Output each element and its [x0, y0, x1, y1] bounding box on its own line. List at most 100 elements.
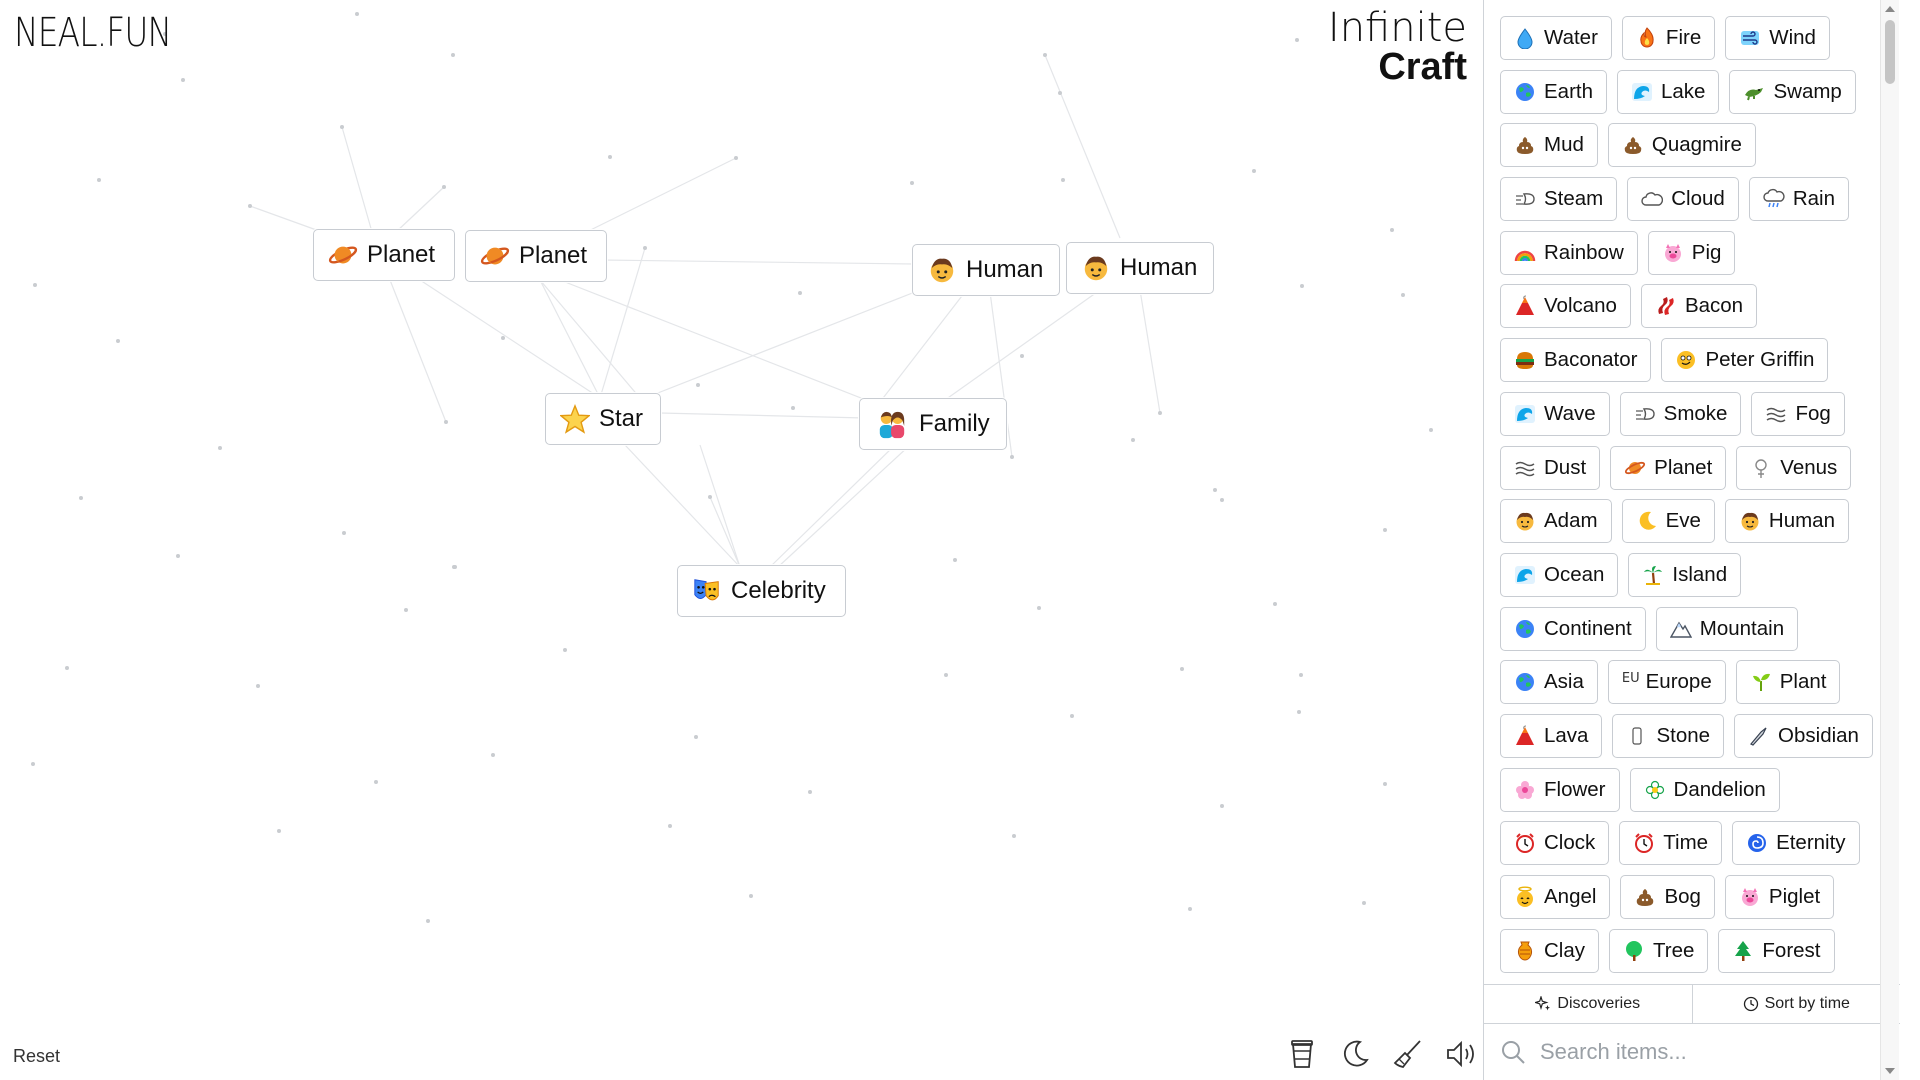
sidebar-item-steam[interactable]: Steam — [1500, 177, 1618, 222]
scroll-up-arrow[interactable] — [1885, 6, 1895, 12]
sidebar-item-clock[interactable]: Clock — [1500, 821, 1610, 866]
broom-icon[interactable] — [1390, 1036, 1426, 1072]
sidebar-item-human[interactable]: Human — [1724, 499, 1849, 544]
node-label: Human — [966, 256, 1044, 283]
sidebar-item-label: Fire — [1665, 26, 1702, 49]
sidebar-item-pig[interactable]: Pig — [1647, 230, 1736, 275]
sidebar-item-stone[interactable]: Stone — [1612, 713, 1725, 758]
items-row: Asia EU Europe Plant — [1500, 660, 1900, 705]
moon-icon[interactable] — [1337, 1036, 1373, 1072]
rain-cloud-icon — [1763, 188, 1785, 208]
sidebar-item-volcano[interactable]: Volcano — [1500, 284, 1631, 329]
sidebar-item-label: Quagmire — [1651, 133, 1742, 157]
sidebar-item-lava[interactable]: Lava — [1500, 713, 1603, 758]
sidebar-item-label: Europe — [1645, 670, 1712, 694]
sidebar-item-fire[interactable]: Fire — [1621, 16, 1716, 60]
coffee-cup-icon[interactable] — [1284, 1036, 1320, 1072]
sidebar-item-label: Smoke — [1663, 401, 1728, 425]
discoveries-tab[interactable]: Discoveries — [1484, 985, 1692, 1023]
speaker-icon[interactable] — [1443, 1036, 1479, 1072]
sidebar-item-peter-griffin[interactable]: Peter Griffin — [1661, 338, 1829, 383]
sidebar-item-continent[interactable]: Continent — [1500, 606, 1646, 651]
sidebar-item-wind[interactable]: Wind — [1725, 16, 1830, 60]
sidebar-item-wave[interactable]: Wave — [1500, 391, 1610, 436]
node-label: Celebrity — [731, 577, 826, 604]
sidebar-item-plant[interactable]: Plant — [1735, 660, 1841, 705]
human-icon — [1084, 256, 1108, 281]
sidebar-item-eternity[interactable]: Eternity — [1732, 821, 1860, 866]
seedling-icon — [1752, 674, 1770, 692]
sidebar-item-water[interactable]: Water — [1500, 16, 1612, 60]
sidebar-item-label: Wind — [1769, 26, 1816, 49]
sidebar-item-label: Adam — [1544, 509, 1598, 533]
node-label: Star — [599, 405, 644, 432]
knife-icon — [1750, 727, 1767, 746]
sidebar-item-europe[interactable]: EU Europe — [1607, 660, 1726, 705]
craft-canvas[interactable]: NEAL.FUN Infinite Craft Planet Planet Hu… — [0, 0, 1483, 1080]
sidebar-item-fog[interactable]: Fog — [1751, 391, 1845, 436]
sidebar-item-adam[interactable]: Adam — [1500, 499, 1612, 544]
sidebar-item-smoke[interactable]: Smoke — [1619, 391, 1742, 436]
reset-button[interactable]: Reset — [13, 1046, 60, 1067]
poop-icon — [1516, 137, 1534, 155]
sidebar-item-mud[interactable]: Mud — [1500, 123, 1598, 168]
sidebar-scrollbar[interactable] — [1880, 0, 1899, 1080]
face-icon — [1677, 351, 1696, 370]
search-input[interactable] — [1538, 1038, 1862, 1066]
sidebar-item-label: Steam — [1544, 187, 1604, 211]
vase-icon — [1517, 941, 1533, 961]
canvas-node-human[interactable]: Human — [912, 244, 1060, 296]
sidebar-item-eve[interactable]: Eve — [1621, 499, 1715, 544]
sort-by-time-tab[interactable]: Sort by time — [1691, 985, 1901, 1023]
sidebar-item-angel[interactable]: Angel — [1500, 875, 1611, 919]
items-row: Earth Lake Swamp — [1500, 69, 1900, 114]
sidebar-item-obsidian[interactable]: Obsidian — [1734, 713, 1873, 758]
canvas-node-star[interactable]: Star — [545, 393, 661, 445]
fog-icon — [1767, 407, 1786, 423]
canvas-node-planet[interactable]: Planet — [313, 229, 455, 281]
sidebar-item-rainbow[interactable]: Rainbow — [1500, 230, 1638, 275]
sidebar-item-clay[interactable]: Clay — [1500, 928, 1600, 973]
sidebar-item-venus[interactable]: Venus — [1736, 445, 1852, 490]
sidebar-item-rain[interactable]: Rain — [1748, 177, 1849, 222]
sidebar-item-time[interactable]: Time — [1619, 821, 1723, 866]
items-list[interactable]: Water Fire Wind Earth Lake Swamp Mud Quagmire St… — [1484, 0, 1900, 984]
human-icon — [1516, 513, 1534, 531]
sidebar-item-dandelion[interactable]: Dandelion — [1629, 767, 1780, 812]
sidebar-item-ocean[interactable]: Ocean — [1500, 552, 1619, 597]
sidebar-item-swamp[interactable]: Swamp — [1729, 69, 1856, 114]
sidebar-item-quagmire[interactable]: Quagmire — [1607, 123, 1756, 168]
sidebar-item-forest[interactable]: Forest — [1718, 928, 1835, 973]
canvas-node-family[interactable]: Family — [859, 398, 1007, 450]
items-row: Ocean Island — [1500, 552, 1900, 597]
sidebar-item-tree[interactable]: Tree — [1609, 928, 1709, 973]
sidebar-item-bog[interactable]: Bog — [1620, 875, 1715, 919]
items-row: Steam Cloud Rain — [1500, 177, 1900, 222]
discoveries-label: Discoveries — [1557, 995, 1641, 1012]
sidebar-item-planet[interactable]: Planet — [1610, 445, 1727, 490]
canvas-node-planet[interactable]: Planet — [465, 230, 607, 282]
sidebar-item-label: Ocean — [1544, 562, 1605, 586]
angel-icon — [1517, 886, 1533, 907]
wave-icon — [1632, 82, 1652, 101]
canvas-toolbar — [1284, 1036, 1479, 1072]
canvas-node-human[interactable]: Human — [1066, 242, 1214, 294]
globe-icon — [1516, 619, 1534, 638]
sidebar-item-dust[interactable]: Dust — [1500, 445, 1601, 490]
sidebar-item-bacon[interactable]: Bacon — [1640, 284, 1758, 329]
sidebar-item-cloud[interactable]: Cloud — [1627, 177, 1739, 222]
scroll-thumb[interactable] — [1885, 20, 1895, 84]
sidebar-item-flower[interactable]: Flower — [1500, 767, 1620, 812]
sidebar-item-asia[interactable]: Asia — [1500, 660, 1598, 705]
sidebar-item-piglet[interactable]: Piglet — [1724, 875, 1835, 919]
items-row: Continent Mountain — [1500, 606, 1900, 651]
sidebar-item-lake[interactable]: Lake — [1617, 69, 1720, 114]
sidebar-item-mountain[interactable]: Mountain — [1655, 606, 1799, 651]
canvas-node-celebrity[interactable]: Celebrity — [677, 565, 846, 617]
neal-fun-logo[interactable]: NEAL.FUN — [14, 10, 172, 56]
scroll-down-arrow[interactable] — [1885, 1068, 1895, 1074]
sidebar-item-earth[interactable]: Earth — [1500, 69, 1607, 114]
sidebar-item-baconator[interactable]: Baconator — [1500, 338, 1652, 383]
wind-icon — [1741, 31, 1760, 45]
sidebar-item-island[interactable]: Island — [1628, 552, 1742, 597]
